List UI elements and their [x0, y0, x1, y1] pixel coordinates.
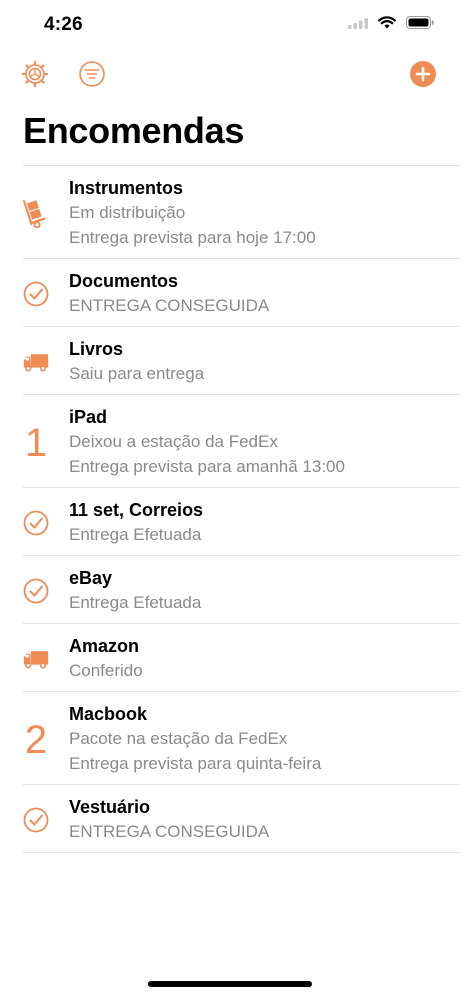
page-title: Encomendas	[23, 110, 245, 151]
row-icon	[23, 648, 49, 670]
package-title: Amazon	[69, 636, 140, 656]
home-indicator[interactable]	[148, 981, 312, 987]
package-title: Macbook	[69, 704, 148, 724]
package-title: iPad	[69, 407, 108, 427]
gear-icon	[21, 60, 49, 88]
battery-icon	[406, 16, 434, 29]
checkmark-circle-icon	[23, 281, 49, 307]
row-icon	[23, 281, 49, 307]
list-item[interactable]: Instrumentos Em distribuição Entrega pre…	[23, 166, 460, 259]
status-bar: 4:26	[0, 0, 460, 50]
list-item[interactable]: eBay Entrega Efetuada	[23, 556, 460, 624]
row-icon	[23, 578, 49, 604]
days-count-badge: 2	[23, 718, 49, 762]
hand-truck-icon	[23, 200, 46, 228]
package-title: Vestuário	[69, 797, 151, 817]
list-item[interactable]: Livros Saiu para entrega	[23, 327, 460, 395]
package-status: ENTREGA CONSEGUIDA	[69, 296, 270, 315]
package-title: 11 set, Correios	[69, 500, 204, 520]
package-status: Em distribuição	[69, 203, 186, 222]
checkmark-circle-icon	[23, 807, 49, 833]
row-icon	[23, 351, 49, 373]
package-list: Instrumentos Em distribuição Entrega pre…	[0, 166, 460, 853]
package-status: Saiu para entrega	[69, 364, 205, 383]
package-status: Pacote na estação da FedEx	[69, 729, 288, 748]
list-item[interactable]: Amazon Conferido	[23, 624, 460, 692]
row-icon	[23, 807, 49, 833]
settings-button[interactable]	[19, 58, 51, 90]
filter-icon	[79, 61, 105, 87]
status-icons	[348, 16, 434, 29]
list-item[interactable]: Vestuário ENTREGA CONSEGUIDA	[23, 785, 460, 853]
list-item[interactable]: 2 Macbook Pacote na estação da FedEx Ent…	[23, 692, 460, 785]
package-status: Entrega Efetuada	[69, 525, 202, 544]
delivery-truck-icon	[23, 651, 49, 669]
checkmark-circle-icon	[23, 578, 49, 604]
filter-button[interactable]	[76, 58, 108, 90]
wifi-icon	[378, 16, 396, 29]
days-count-badge: 1	[23, 421, 49, 465]
row-icon	[23, 510, 49, 536]
package-title: Livros	[69, 339, 124, 359]
add-package-button[interactable]	[407, 58, 439, 90]
package-status: Deixou a estação da FedEx	[69, 432, 278, 451]
days-count: 1	[24, 420, 48, 465]
package-title: eBay	[69, 568, 113, 588]
list-item[interactable]: 11 set, Correios Entrega Efetuada	[23, 488, 460, 556]
row-icon	[23, 196, 49, 228]
checkmark-circle-icon	[23, 510, 49, 536]
list-item[interactable]: Documentos ENTREGA CONSEGUIDA	[23, 259, 460, 327]
package-status: Conferido	[69, 661, 143, 680]
list-item[interactable]: 1 iPad Deixou a estação da FedEx Entrega…	[23, 395, 460, 488]
status-time: 4:26	[44, 14, 83, 35]
package-eta: Entrega prevista para hoje 17:00	[69, 228, 316, 247]
package-status: ENTREGA CONSEGUIDA	[69, 822, 270, 841]
toolbar	[0, 58, 460, 92]
package-title: Documentos	[69, 271, 179, 291]
signal-icon	[348, 17, 368, 29]
package-eta: Entrega prevista para amanhã 13:00	[69, 457, 345, 476]
delivery-truck-icon	[23, 354, 49, 372]
days-count: 2	[24, 717, 48, 762]
package-eta: Entrega prevista para quinta-feira	[69, 754, 322, 773]
package-status: Entrega Efetuada	[69, 593, 202, 612]
plus-circle-icon	[410, 61, 436, 87]
package-title: Instrumentos	[69, 178, 184, 198]
